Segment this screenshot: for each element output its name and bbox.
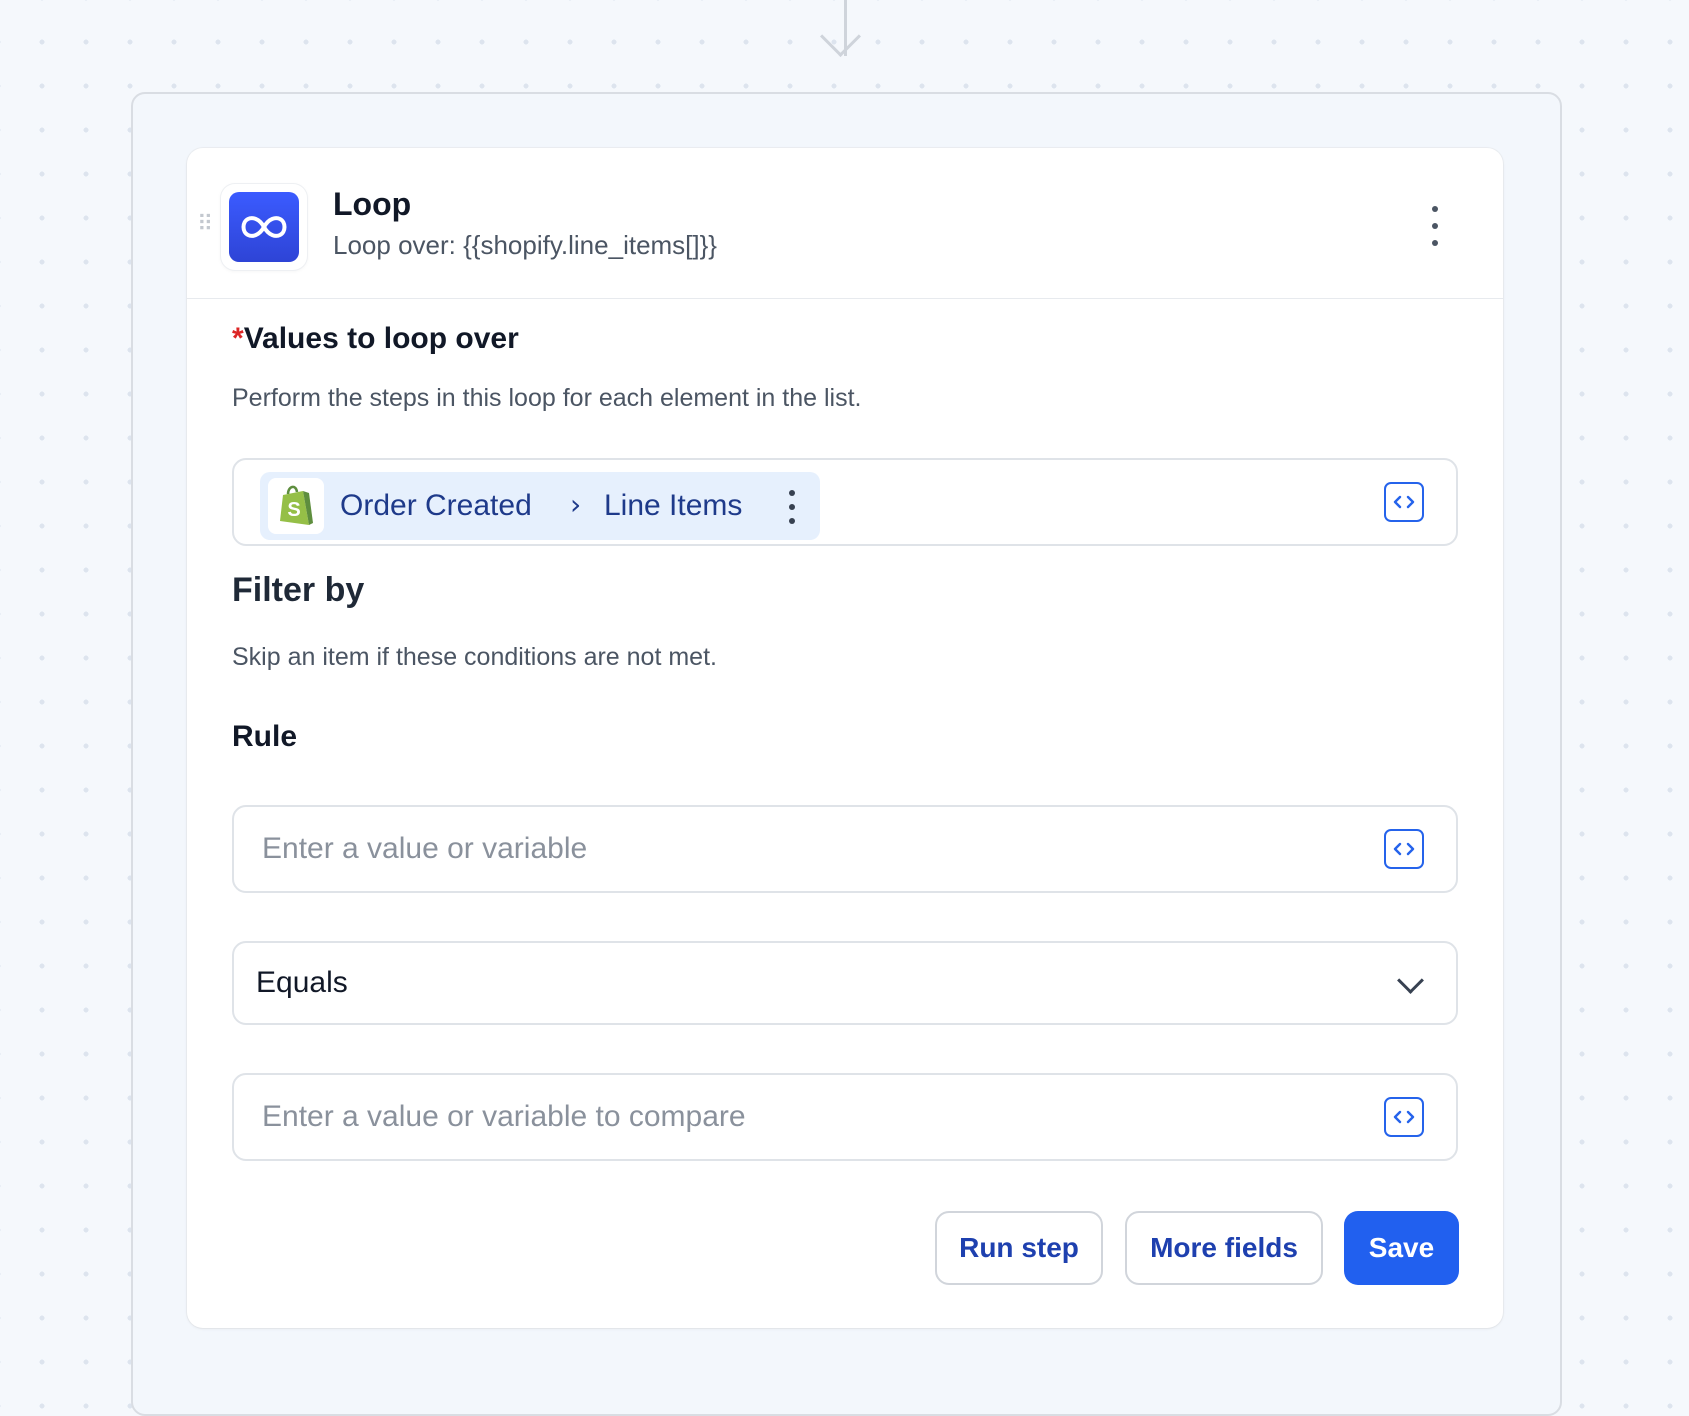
operator-value: Equals — [256, 966, 348, 999]
step-icon-container — [221, 184, 307, 270]
rule-value-input[interactable]: Enter a value or variable — [232, 805, 1458, 893]
values-input[interactable]: S Order Created › Line Items — [232, 458, 1458, 546]
step-title: Loop — [333, 186, 412, 222]
rule-value-placeholder: Enter a value or variable — [262, 832, 588, 865]
step-subtitle: Loop over: {{shopify.line_items[]}} — [333, 230, 717, 260]
loop-step-card: ⠿ Loop Loop over: {{shopify.line_items[]… — [187, 148, 1503, 1328]
chevron-right-icon: › — [570, 488, 582, 521]
more-options-icon[interactable] — [1425, 206, 1445, 246]
save-button[interactable]: Save — [1344, 1211, 1459, 1285]
rule-label: Rule — [232, 720, 298, 753]
shopify-icon: S — [268, 478, 324, 534]
arrow-down-icon — [819, 15, 862, 58]
values-field-helper: Perform the steps in this loop for each … — [232, 384, 862, 412]
chip-field: Line Items — [604, 489, 743, 522]
chip-options-icon[interactable] — [787, 490, 797, 524]
infinity-icon — [229, 192, 299, 262]
code-toggle-icon[interactable] — [1384, 829, 1424, 869]
run-step-button[interactable]: Run step — [935, 1211, 1103, 1285]
chip-source: Order Created — [340, 489, 532, 522]
step-header[interactable]: ⠿ Loop Loop over: {{shopify.line_items[]… — [187, 148, 1503, 299]
code-toggle-icon[interactable] — [1384, 482, 1424, 522]
filter-section-title: Filter by — [232, 571, 365, 609]
more-fields-button[interactable]: More fields — [1125, 1211, 1323, 1285]
compare-value-placeholder: Enter a value or variable to compare — [262, 1100, 746, 1133]
compare-value-input[interactable]: Enter a value or variable to compare — [232, 1073, 1458, 1161]
variable-chip[interactable]: S Order Created › Line Items — [260, 472, 820, 540]
drag-handle-icon[interactable]: ⠿ — [197, 214, 213, 236]
values-field-label: *Values to loop over — [232, 322, 519, 356]
required-marker: * — [232, 322, 244, 355]
code-toggle-icon[interactable] — [1384, 1097, 1424, 1137]
svg-text:S: S — [287, 499, 300, 521]
filter-helper: Skip an item if these conditions are not… — [232, 643, 717, 671]
operator-select[interactable]: Equals — [232, 941, 1458, 1025]
chevron-down-icon — [1397, 967, 1424, 994]
values-label-text: Values to loop over — [243, 322, 519, 355]
